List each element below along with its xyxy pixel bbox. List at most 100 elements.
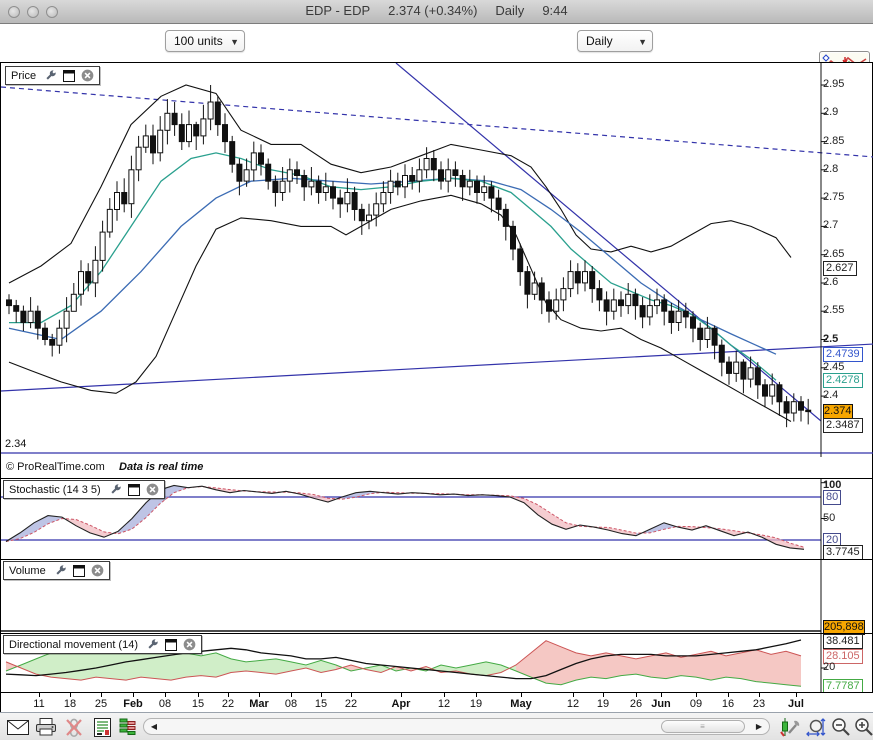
volume-chart[interactable] — [1, 560, 873, 634]
prorealtime-window: EDP - EDP 2.374 (+0.34%) Daily 9:44 100 uni… — [0, 0, 873, 740]
time-label: 08 — [284, 698, 298, 710]
time-label: 22 — [344, 698, 358, 710]
time-label: Jul — [788, 698, 804, 710]
window-icon[interactable] — [72, 564, 85, 577]
dm-axis: 38.481 28.105 20 7.7787 — [823, 634, 873, 694]
axis-label: 20 — [823, 661, 836, 673]
titlebar: EDP - EDP 2.374 (+0.34%) Daily 9:44 — [0, 0, 873, 24]
dm-panel-title: Directional movement (14) — [9, 638, 138, 651]
axis-label: 2.8 — [823, 163, 839, 175]
time-label: 16 — [721, 698, 735, 710]
time-tick — [291, 693, 292, 697]
scroll-right-arrow[interactable]: ▶ — [751, 720, 767, 733]
wrench-icon[interactable] — [109, 483, 122, 496]
stochastic-panel-header: Stochastic (14 3 5) — [3, 480, 165, 499]
time-label: 12 — [566, 698, 580, 710]
time-label: May — [510, 698, 532, 710]
time-tick — [351, 693, 352, 697]
time-tick — [198, 693, 199, 697]
axis-label: 2.6 — [823, 276, 839, 288]
realtime-label: Data is real time — [119, 461, 204, 473]
no-cut-icon[interactable] — [62, 716, 86, 738]
time-label: 15 — [314, 698, 328, 710]
chevron-down-icon: ▼ — [230, 37, 239, 47]
axis-label: 2.4278 — [823, 373, 863, 388]
thumb-grip: ≡ — [700, 722, 706, 731]
time-scrollbar[interactable]: ◀ ≡ ▶ — [143, 718, 770, 735]
time-label: Mar — [249, 698, 269, 710]
axis-label: 2.7 — [823, 219, 839, 231]
window-icon[interactable] — [127, 483, 140, 496]
axis-label: 50 — [823, 512, 836, 524]
time-label: 11 — [33, 698, 45, 710]
time-tick — [101, 693, 102, 697]
time-label: 18 — [63, 698, 77, 710]
volume-panel[interactable]: Volume 30M20M10M205,898 — [1, 559, 873, 635]
zoom-fit-icon[interactable] — [804, 716, 828, 738]
time-label: 25 — [94, 698, 108, 710]
wrench-icon[interactable] — [44, 69, 57, 82]
time-label: 26 — [629, 698, 643, 710]
time-tick — [759, 693, 760, 697]
time-tick — [796, 693, 797, 697]
time-tick — [728, 693, 729, 697]
zoom-in-icon[interactable] — [852, 716, 873, 738]
window-icon[interactable] — [63, 69, 76, 82]
scrollbar-thumb[interactable]: ≡ — [661, 720, 745, 733]
time-label: Jun — [651, 698, 671, 710]
title-symbol: EDP - EDP — [305, 3, 371, 18]
volume-panel-header: Volume — [3, 561, 110, 580]
notes-icon[interactable] — [90, 716, 114, 738]
close-icon[interactable] — [81, 69, 94, 82]
wrench-icon[interactable] — [146, 638, 159, 651]
time-label: 15 — [191, 698, 205, 710]
orders-icon[interactable] — [116, 716, 140, 738]
close-icon[interactable] — [146, 483, 159, 496]
scroll-left-arrow[interactable]: ◀ — [146, 720, 162, 733]
print-icon[interactable] — [34, 716, 58, 738]
price-level-label: 2.34 — [5, 438, 27, 450]
time-axis: 11 18 25 Feb 08 15 22 Mar 08 15 22 Apr 12 19 May 12 19 26… — [1, 692, 873, 713]
time-tick — [401, 693, 402, 697]
axis-label: 2.9 — [823, 106, 839, 118]
email-icon[interactable] — [6, 716, 30, 738]
time-label: 08 — [158, 698, 172, 710]
axis-label: 2.55 — [823, 304, 845, 316]
time-label: 23 — [752, 698, 766, 710]
time-tick — [521, 693, 522, 697]
zoom-out-icon[interactable] — [829, 716, 853, 738]
price-panel[interactable]: Price 2.34 2.95 2.9 2.85 2.8 2.75 2.7 2.65 2.62… — [1, 63, 873, 457]
candle-settings-icon[interactable] — [777, 716, 801, 738]
axis-label: 3.7745 — [823, 545, 863, 560]
price-axis: 2.95 2.9 2.85 2.8 2.75 2.7 2.65 2.627 2.6 2.55 2.5… — [823, 63, 873, 457]
chevron-down-icon: ▼ — [638, 37, 647, 47]
period-select[interactable]: Daily ▼ — [577, 30, 653, 52]
volume-panel-title: Volume — [9, 564, 46, 577]
close-icon[interactable] — [183, 638, 196, 651]
dm-panel-header: Directional movement (14) — [3, 635, 202, 654]
close-icon[interactable] — [91, 564, 104, 577]
time-label: Apr — [391, 698, 411, 710]
time-label: 12 — [437, 698, 451, 710]
time-tick — [636, 693, 637, 697]
period-select-value: Daily — [586, 34, 613, 48]
axis-label: 2.627 — [823, 261, 857, 276]
stochastic-panel[interactable]: Stochastic (14 3 5) 100 80 50 20 3.7745 — [1, 478, 873, 560]
axis-label: 80 — [823, 490, 842, 505]
axis-label: 2.4 — [823, 389, 839, 401]
window-icon[interactable] — [165, 638, 177, 651]
axis-label: 2.95 — [823, 78, 845, 90]
wrench-icon[interactable] — [54, 564, 67, 577]
axis-label: 2.3487 — [823, 418, 863, 433]
time-label: 09 — [689, 698, 703, 710]
bottom-toolbar: ◀ ≡ ▶ — [0, 712, 873, 740]
time-tick — [321, 693, 322, 697]
stochastic-axis: 100 80 50 20 3.7745 — [823, 479, 873, 560]
dm-panel-header-icons — [146, 638, 196, 651]
units-select[interactable]: 100 units ▼ — [165, 30, 245, 52]
time-tick — [603, 693, 604, 697]
price-chart[interactable] — [1, 63, 873, 457]
time-label: 22 — [221, 698, 235, 710]
dm-panel[interactable]: Directional movement (14) 38.481 28.105 20… — [1, 633, 873, 694]
price-panel-header: Price — [5, 66, 101, 85]
